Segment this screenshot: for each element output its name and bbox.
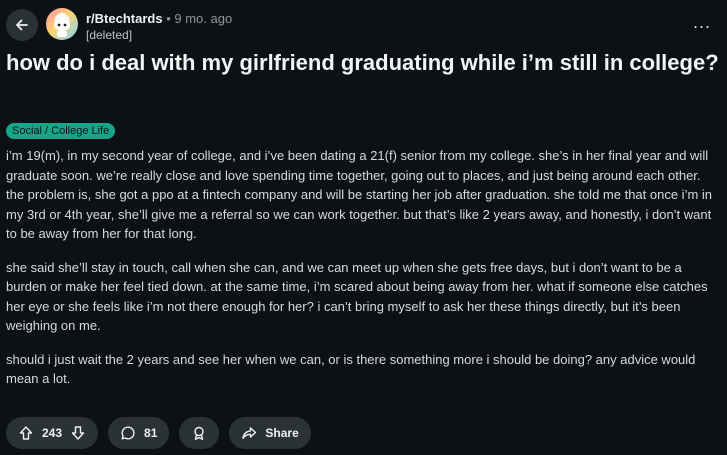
post-paragraph: should i just wait the 2 years and see h…: [6, 351, 696, 387]
post-title: how do i deal with my girlfriend graduat…: [6, 50, 719, 75]
share-button[interactable]: Share: [229, 417, 311, 449]
more-options-button[interactable]: ...: [693, 12, 711, 33]
vote-count: 243: [42, 426, 63, 440]
arrow-left-icon: [16, 19, 28, 31]
post-header: r/Btechtards • 9 mo. ago [deleted] ...: [0, 0, 727, 46]
vote-control: 243: [6, 417, 99, 449]
arrow-down-icon: [71, 426, 85, 440]
share-label: Share: [265, 426, 299, 440]
post-action-bar: 243 81 Share: [6, 416, 311, 450]
post-paragraph: she said she’ll stay in touch, call when…: [6, 259, 708, 334]
robot-mascot-icon: [54, 12, 70, 37]
downvote-button[interactable]: [70, 425, 86, 441]
comment-count: 81: [144, 426, 158, 440]
post-author: [deleted]: [86, 28, 133, 42]
comment-bubble-icon: [121, 426, 135, 440]
post-body: i’m 19(m), in my second year of college,…: [6, 146, 721, 403]
post-meta: r/Btechtards • 9 mo. ago [deleted]: [86, 10, 232, 44]
share-arrow-icon: [242, 427, 257, 439]
meta-separator: •: [166, 11, 171, 26]
subreddit-avatar[interactable]: [46, 8, 78, 40]
subreddit-name[interactable]: r/Btechtards: [86, 11, 163, 26]
upvote-button[interactable]: [18, 425, 34, 441]
award-icon: [194, 426, 205, 440]
post-age: 9 mo. ago: [174, 11, 233, 26]
post-flair[interactable]: Social / College Life: [6, 123, 116, 139]
arrow-up-icon: [19, 426, 33, 440]
back-button[interactable]: [6, 9, 38, 41]
award-button[interactable]: [179, 417, 220, 449]
comments-button[interactable]: 81: [108, 417, 170, 449]
post-paragraph: i’m 19(m), in my second year of college,…: [6, 148, 713, 241]
